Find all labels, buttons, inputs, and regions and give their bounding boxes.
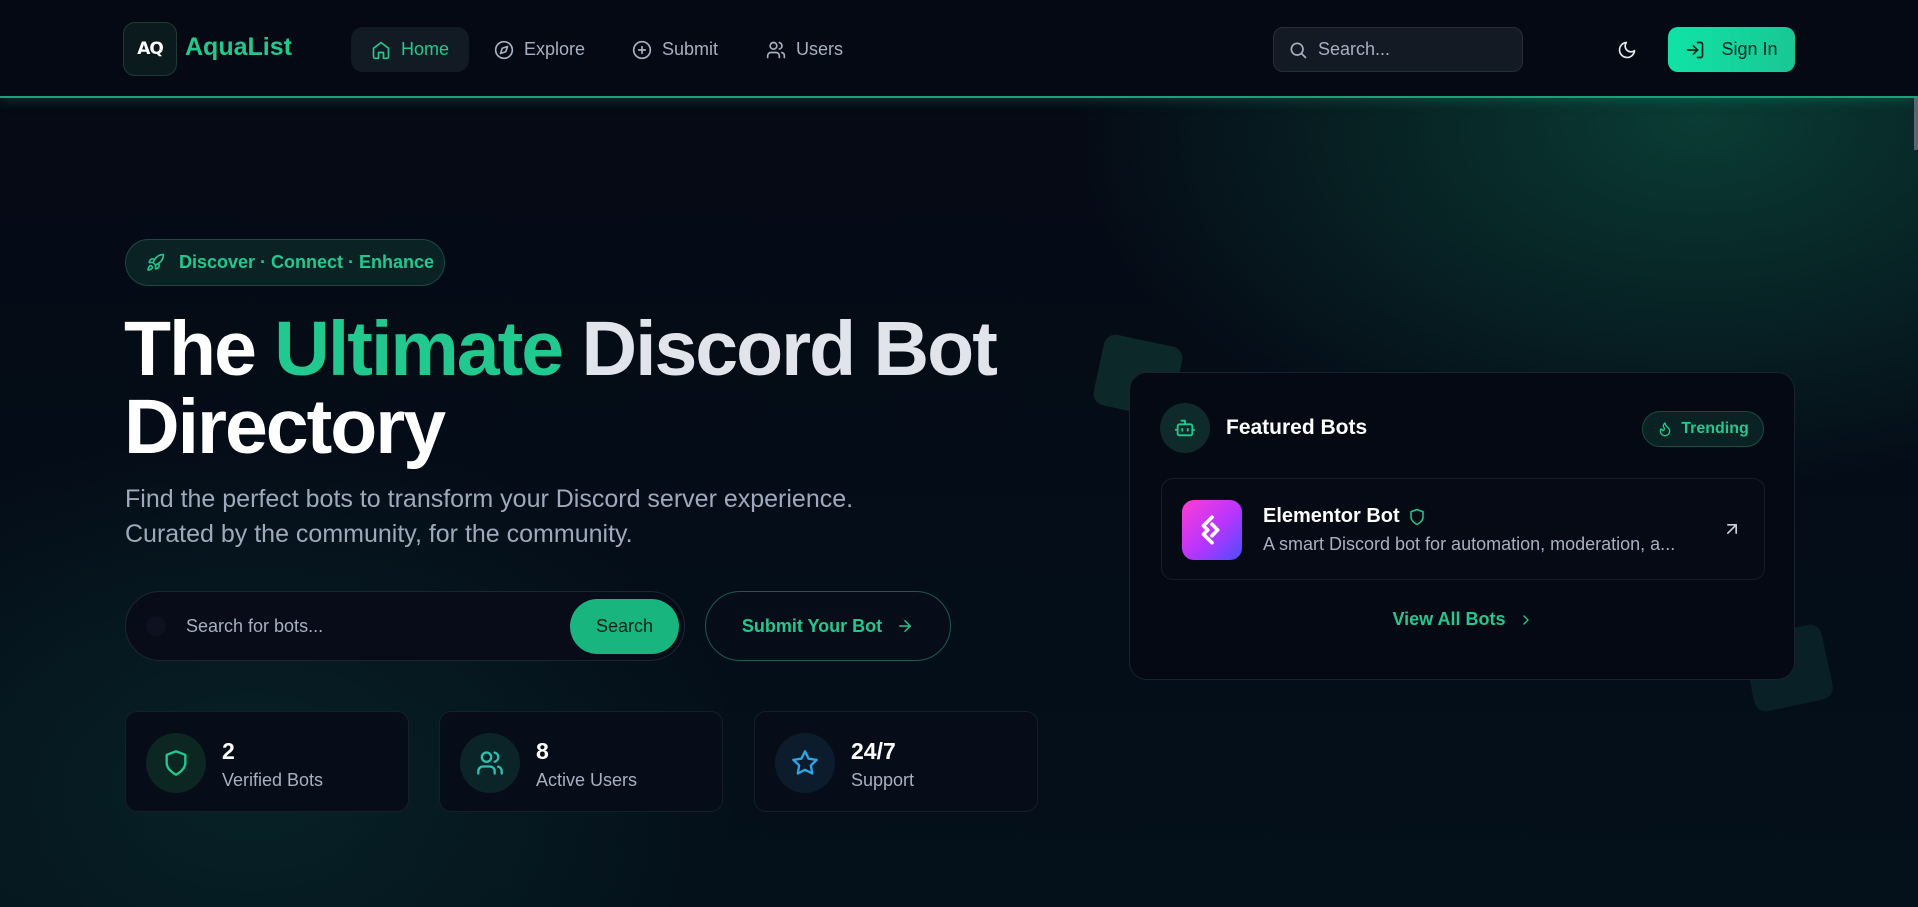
nav-home[interactable]: Home: [351, 27, 470, 72]
stat-label: Active Users: [536, 770, 638, 790]
nav-search[interactable]: [1273, 27, 1523, 72]
trending-label: Trending: [1681, 420, 1749, 437]
star-icon: [792, 750, 818, 775]
view-all-label: View All Bots: [1392, 609, 1506, 629]
bot-avatar: [1182, 500, 1242, 560]
hero-title-accent: Ultimate: [274, 306, 564, 392]
elementor-logo-icon: [1201, 515, 1220, 545]
stat-icon-wrap: [775, 733, 835, 793]
featured-bots-card: Featured Bots Trending Elementor Bot A s…: [1129, 372, 1795, 680]
shield-icon: [165, 750, 187, 776]
hero-search-input[interactable]: [186, 615, 536, 637]
nav-users[interactable]: Users: [746, 27, 863, 72]
hero-title: The Ultimate Discord Bot Directory: [124, 310, 1024, 466]
search-dot-icon: [146, 616, 166, 636]
stat-icon-wrap: [460, 733, 520, 793]
hero-title-part2: Discord Bot: [562, 306, 997, 392]
nav-submit[interactable]: Submit: [612, 27, 738, 72]
featured-bot-item[interactable]: Elementor Bot A smart Discord bot for au…: [1161, 478, 1765, 580]
hero-search-button[interactable]: Search: [570, 599, 679, 654]
moon-icon: [1618, 41, 1636, 59]
tagline-text: Discover · Connect · Enhance: [179, 252, 435, 272]
plus-circle-icon: [632, 40, 652, 59]
featured-bots-title: Featured Bots: [1226, 416, 1368, 439]
stat-value: 2: [222, 738, 235, 764]
sign-in-label: Sign In: [1721, 39, 1778, 59]
stat-card-verified: 2 Verified Bots: [125, 711, 409, 812]
flame-icon: [1659, 422, 1671, 437]
stat-label: Support: [851, 770, 915, 790]
search-icon: [1290, 42, 1307, 58]
home-icon: [372, 41, 390, 59]
sign-in-button[interactable]: Sign In: [1668, 27, 1795, 72]
view-all-bots-link[interactable]: View All Bots: [1130, 609, 1796, 630]
bot-name: Elementor Bot: [1263, 505, 1400, 527]
compass-icon: [494, 40, 514, 59]
nav-submit-label: Submit: [662, 39, 719, 59]
users-icon: [477, 751, 503, 775]
bot-description: A smart Discord bot for automation, mode…: [1263, 534, 1676, 554]
nav-explore-label: Explore: [524, 39, 586, 59]
stat-value: 8: [536, 738, 549, 764]
open-bot-button[interactable]: [1722, 519, 1742, 539]
nav-home-label: Home: [401, 39, 450, 59]
brand-name[interactable]: AquaList: [185, 33, 292, 62]
hero-title-line2: Directory: [124, 384, 446, 470]
bot-icon: [1174, 419, 1196, 437]
submit-bot-button[interactable]: Submit Your Bot: [705, 591, 951, 661]
hero-search-box[interactable]: Search: [125, 591, 685, 661]
stat-card-users: 8 Active Users: [439, 711, 723, 812]
nav-search-input[interactable]: [1318, 39, 1508, 60]
tagline-pill: Discover · Connect · Enhance: [125, 239, 445, 286]
hero-subtitle: Find the perfect bots to transform your …: [125, 485, 854, 548]
top-navbar: AQ AquaList Home Explore Submit Users Si…: [0, 0, 1918, 98]
stat-value: 24/7: [851, 738, 896, 764]
submit-bot-label: Submit Your Bot: [741, 615, 883, 636]
card-icon-wrap: [1160, 403, 1210, 453]
trending-badge: Trending: [1642, 411, 1764, 447]
arrow-right-icon: [899, 620, 912, 632]
arrow-up-right-icon: [1727, 524, 1737, 534]
hero-title-part1: The: [124, 306, 275, 392]
rocket-icon: [147, 253, 165, 271]
bot-name-row: Elementor Bot: [1263, 505, 1426, 528]
theme-toggle-button[interactable]: [1612, 35, 1642, 65]
verified-shield-icon: [1409, 508, 1424, 525]
stat-label: Verified Bots: [222, 770, 324, 790]
logo-mark[interactable]: AQ: [123, 22, 177, 76]
chevron-right-icon: [1522, 614, 1529, 625]
nav-explore[interactable]: Explore: [474, 27, 605, 72]
stat-card-support: 24/7 Support: [754, 711, 1038, 812]
users-icon: [766, 41, 786, 58]
nav-users-label: Users: [796, 39, 844, 59]
log-in-icon: [1687, 41, 1704, 58]
stat-icon-wrap: [146, 733, 206, 793]
